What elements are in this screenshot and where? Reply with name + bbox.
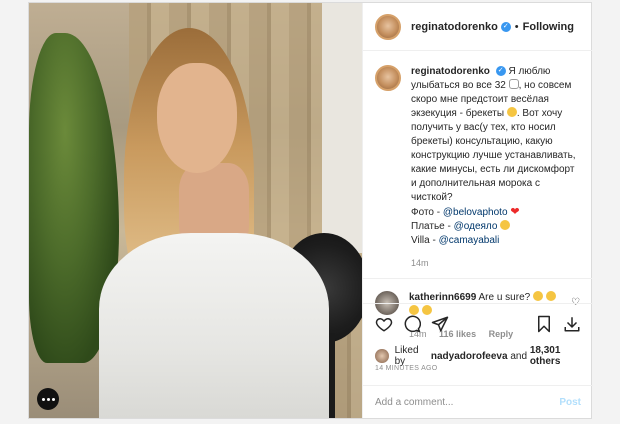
- red-heart-icon: ❤: [510, 206, 520, 218]
- caption-avatar[interactable]: [375, 65, 401, 91]
- post-header: reginatodorenko ✓ • Following: [363, 3, 592, 51]
- laugh-emoji-icon: [532, 291, 543, 301]
- likes-summary: Liked by nadyadorofeeva and 18,301 other…: [375, 345, 592, 367]
- save-download-icon[interactable]: [563, 315, 581, 333]
- villa-credit-label: Villa -: [411, 235, 439, 246]
- post-timestamp: 14 MINUTES AGO: [375, 365, 438, 372]
- author-username[interactable]: reginatodorenko: [411, 21, 498, 33]
- likes-middle: and: [507, 350, 530, 362]
- photo-credit-label: Фото -: [411, 207, 443, 218]
- comment-text: Are u sure?: [478, 292, 531, 303]
- post-photo[interactable]: [29, 3, 362, 418]
- smile-emoji-icon: [500, 220, 511, 230]
- liker-username[interactable]: nadyadorofeeva: [431, 351, 508, 362]
- tooth-emoji-icon: [508, 79, 519, 89]
- photo-face: [157, 63, 237, 173]
- post-sidebar: reginatodorenko ✓ • Following reginatodo…: [362, 3, 593, 418]
- verified-icon: ✓: [495, 66, 506, 77]
- comment-icon[interactable]: [403, 315, 421, 333]
- villa-credit-link[interactable]: @camayabali: [439, 235, 500, 246]
- caption-text: reginatodorenko ✓ Я люблю улыбаться во в…: [411, 65, 579, 248]
- caption-time: 14m: [411, 258, 429, 268]
- verified-icon: ✓: [500, 21, 511, 32]
- caption: reginatodorenko ✓ Я люблю улыбаться во в…: [363, 51, 592, 248]
- commenter-username[interactable]: katherinn6699: [409, 292, 476, 303]
- following-button[interactable]: Following: [523, 21, 574, 33]
- author-avatar[interactable]: [375, 13, 401, 40]
- photo-sheet: [99, 233, 329, 418]
- likes-prefix: Liked by: [394, 345, 419, 367]
- more-icon[interactable]: [37, 388, 59, 410]
- laugh-emoji-icon: [545, 291, 556, 301]
- likes-count[interactable]: 18,301 others: [530, 345, 592, 367]
- bookmark-icon[interactable]: [535, 315, 553, 333]
- action-bar: [363, 303, 593, 343]
- comment-input[interactable]: [375, 396, 560, 408]
- grimace-emoji-icon: [506, 107, 517, 117]
- post-comment-button[interactable]: Post: [559, 397, 581, 408]
- liker-avatar[interactable]: [375, 349, 389, 363]
- caption-line3: . Вот хочу получить у вас(у тех, кто нос…: [411, 108, 576, 203]
- caption-username[interactable]: reginatodorenko: [411, 66, 490, 77]
- heart-icon[interactable]: [375, 315, 393, 333]
- dress-credit-label: Платье -: [411, 221, 454, 232]
- photo-credit-link[interactable]: @belovaphoto: [443, 207, 508, 218]
- add-comment-bar: Post: [363, 385, 593, 418]
- photo-window: [322, 3, 362, 253]
- follow-separator: •: [514, 20, 519, 33]
- instagram-embed-post: reginatodorenko ✓ • Following reginatodo…: [28, 2, 593, 419]
- dress-credit-link[interactable]: @одеяло: [454, 221, 498, 232]
- share-icon[interactable]: [431, 315, 449, 333]
